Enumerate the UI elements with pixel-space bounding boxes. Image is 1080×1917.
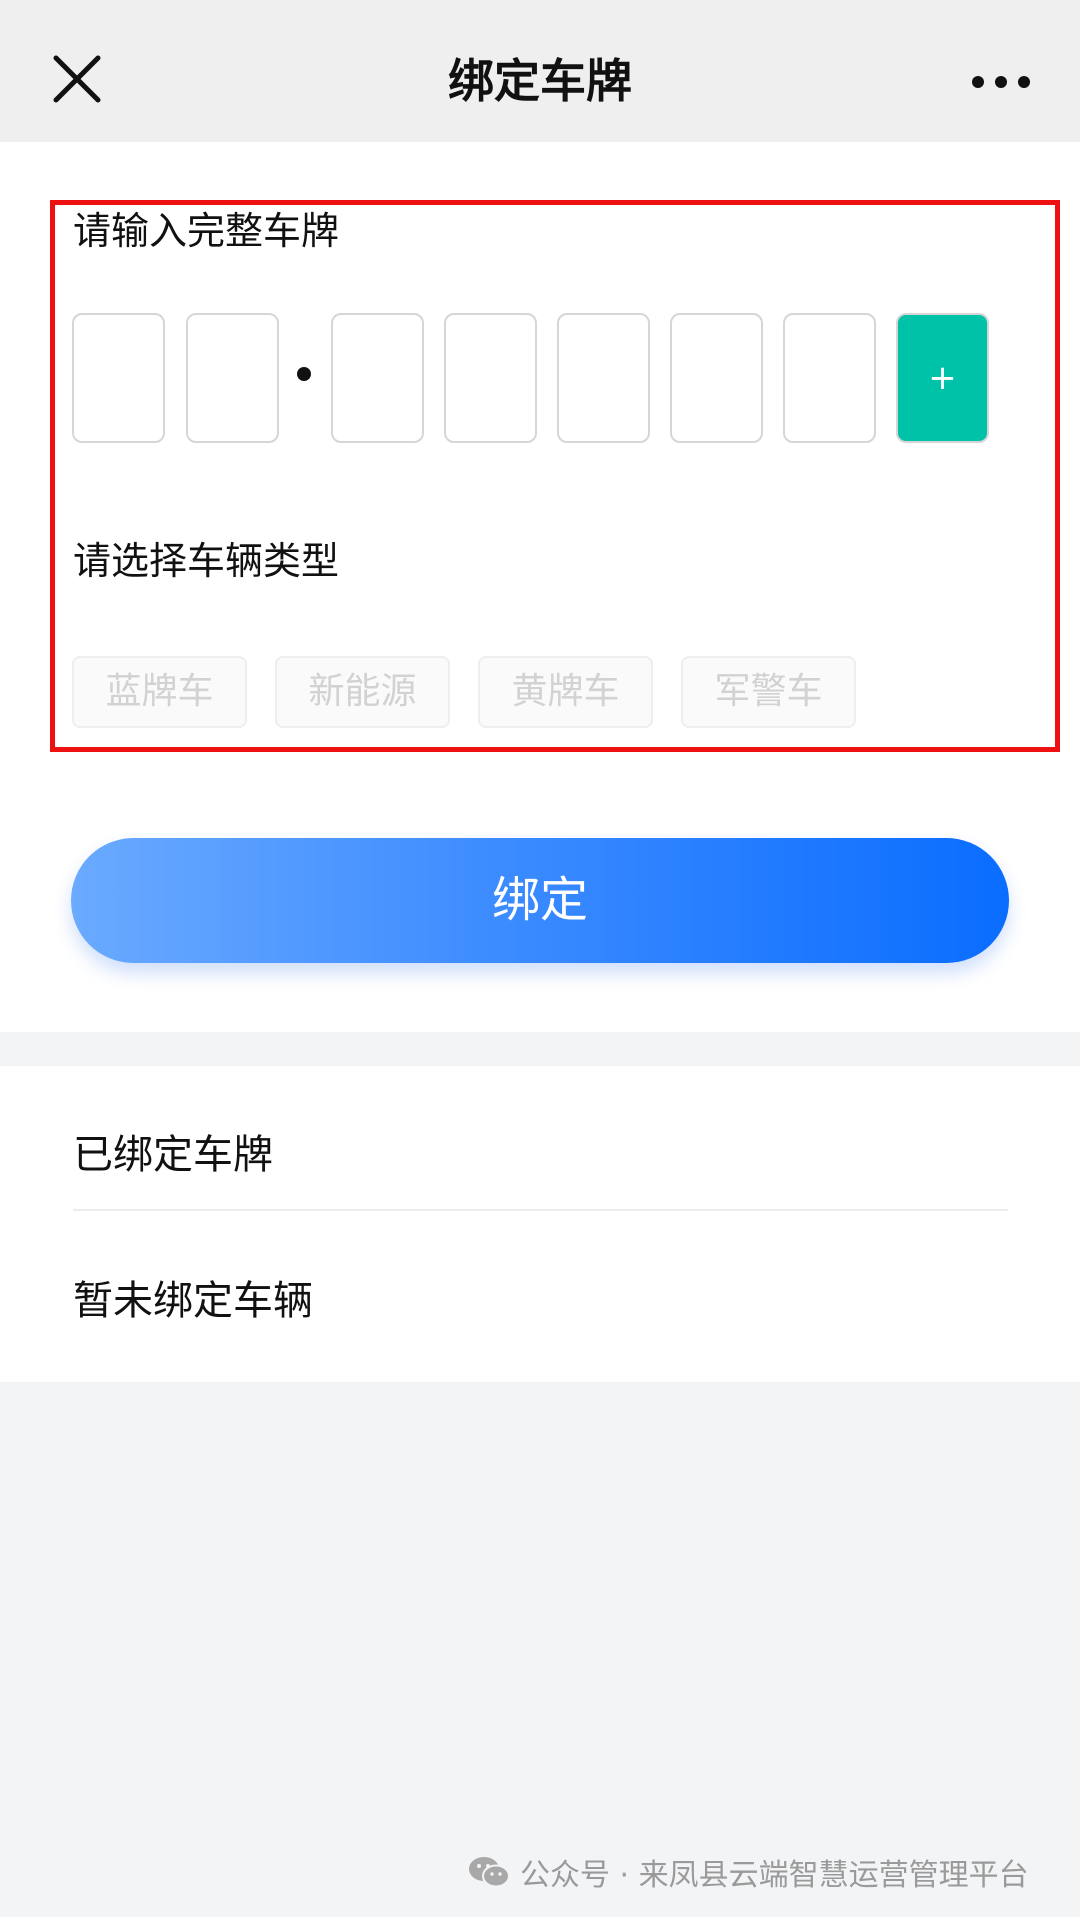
vehicle-type-military-police[interactable]: 军警车 <box>681 656 856 728</box>
divider <box>73 1209 1008 1211</box>
nav-bar: 绑定车牌 <box>0 0 1080 142</box>
plate-slot-5[interactable] <box>557 313 650 443</box>
plate-slot-6[interactable] <box>670 313 763 443</box>
bound-plates-card <box>0 1066 1080 1382</box>
vehicle-type-blue[interactable]: 蓝牌车 <box>72 656 247 728</box>
page-title: 绑定车牌 <box>448 54 632 108</box>
watermark: 公众号 · 来凤县云端智慧运营管理平台 <box>468 1852 1029 1893</box>
bound-plates-title: 已绑定车牌 <box>73 1132 273 1178</box>
plate-slot-7[interactable] <box>783 313 876 443</box>
plate-slot-1[interactable] <box>72 313 165 443</box>
plate-slot-2[interactable] <box>186 313 279 443</box>
close-icon[interactable] <box>50 52 106 108</box>
wechat-icon <box>469 1857 510 1888</box>
add-plate-slot-button[interactable]: + <box>896 313 989 443</box>
vehicle-type-label: 请选择车辆类型 <box>73 539 340 583</box>
plate-slot-4[interactable] <box>444 313 537 443</box>
plate-input-label: 请输入完整车牌 <box>73 209 340 253</box>
watermark-text: 公众号 · 来凤县云端智慧运营管理平台 <box>520 1858 1029 1893</box>
vehicle-type-new-energy[interactable]: 新能源 <box>275 656 450 728</box>
plate-slot-3[interactable] <box>331 313 424 443</box>
bound-plates-empty-text: 暂未绑定车辆 <box>73 1278 313 1324</box>
plate-separator-dot <box>297 367 311 381</box>
bind-button[interactable]: 绑定 <box>71 838 1009 963</box>
more-dots-icon[interactable] <box>972 70 1068 94</box>
page: 绑定车牌 请输入完整车牌 + 请选择车辆类型 蓝牌车 新能源 黄牌车 军警车 绑… <box>0 0 1080 1917</box>
vehicle-type-yellow[interactable]: 黄牌车 <box>478 656 653 728</box>
